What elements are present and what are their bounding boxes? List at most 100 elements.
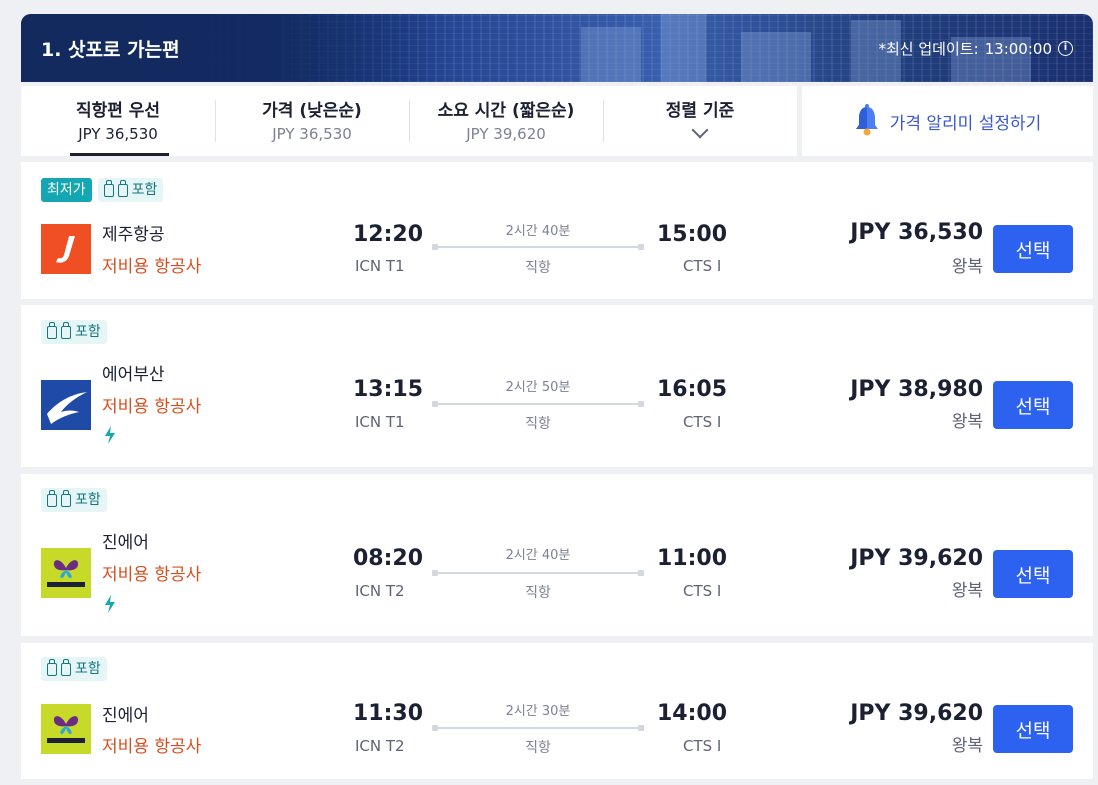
checked-bag-icon bbox=[61, 321, 71, 339]
jeju-air-logo bbox=[41, 224, 91, 274]
departure-airport: ICN T2 bbox=[355, 582, 405, 600]
departure-airport: ICN T1 bbox=[355, 257, 405, 275]
departure-time: 08:20 bbox=[353, 546, 424, 571]
checked-bag-icon bbox=[117, 179, 128, 197]
checked-bag-icon bbox=[61, 489, 71, 507]
departure-time: 13:15 bbox=[353, 377, 424, 402]
last-updated: *최신 업데이트: 13:00:00 i bbox=[878, 38, 1073, 59]
jin-air-logo bbox=[41, 704, 91, 754]
carry-on-bag-icon bbox=[47, 489, 57, 507]
route-line bbox=[432, 570, 644, 576]
sort-tab-label: 정렬 기준 bbox=[665, 101, 735, 121]
sort-tab-direct-first[interactable]: 직항편 우선 JPY 36,530 bbox=[21, 86, 215, 156]
flight-card[interactable]: 최저가 포함 제주항공 저비용 항공사 12:20 ICN T1 2시간 40분… bbox=[21, 162, 1093, 299]
select-button[interactable]: 선택 bbox=[993, 550, 1073, 598]
airline-type: 저비용 항공사 bbox=[102, 565, 202, 585]
flight-duration: 2시간 50분 bbox=[505, 380, 571, 395]
trip-type: 왕복 bbox=[951, 412, 983, 432]
page-title: 1. 삿포로 가는편 bbox=[41, 39, 180, 61]
select-button[interactable]: 선택 bbox=[993, 705, 1073, 753]
select-button[interactable]: 선택 bbox=[993, 225, 1073, 273]
sort-tab-value: JPY 36,530 bbox=[272, 125, 352, 143]
badge-row: 포함 bbox=[41, 488, 107, 512]
baggage-included-badge: 포함 bbox=[41, 320, 107, 344]
airline-type: 저비용 항공사 bbox=[102, 397, 202, 417]
lightning-icon bbox=[105, 426, 115, 444]
fare-price: JPY 38,980 bbox=[850, 377, 983, 402]
sort-tab-value: JPY 36,530 bbox=[78, 125, 158, 143]
arrival-airport: CTS I bbox=[683, 413, 722, 431]
departure-airport: ICN T1 bbox=[355, 413, 405, 431]
badge-row: 포함 bbox=[41, 320, 107, 344]
baggage-label: 포함 bbox=[75, 324, 101, 340]
stops-label: 직항 bbox=[525, 585, 551, 601]
arrival-time: 15:00 bbox=[657, 222, 728, 247]
arrival-airport: CTS I bbox=[683, 257, 722, 275]
baggage-included-badge: 포함 bbox=[41, 488, 107, 512]
fare-price: JPY 36,530 bbox=[850, 220, 983, 245]
flight-card[interactable]: 포함 에어부산 저비용 항공사 13:15 ICN T1 2시간 50분 직항 … bbox=[21, 305, 1093, 467]
price-alert-button[interactable]: 가격 알리미 설정하기 bbox=[802, 86, 1093, 156]
flight-duration: 2시간 40분 bbox=[505, 548, 571, 563]
badge-row: 최저가 포함 bbox=[41, 178, 164, 202]
baggage-included-badge: 포함 bbox=[97, 178, 164, 202]
airline-type: 저비용 항공사 bbox=[102, 257, 202, 277]
arrival-airport: CTS I bbox=[683, 737, 722, 755]
info-icon[interactable]: i bbox=[1058, 41, 1073, 56]
sort-tab-label: 가격 (낮은순) bbox=[262, 101, 362, 121]
sort-tab-value: JPY 39,620 bbox=[466, 125, 546, 143]
sort-criteria-dropdown[interactable]: 정렬 기준 bbox=[603, 86, 797, 156]
route-line bbox=[432, 725, 644, 731]
flight-duration: 2시간 40분 bbox=[505, 224, 571, 239]
route-line bbox=[432, 244, 644, 250]
arrival-time: 16:05 bbox=[657, 377, 728, 402]
airline-name: 진에어 bbox=[102, 706, 149, 726]
badge-row: 포함 bbox=[41, 657, 107, 681]
baggage-label: 포함 bbox=[75, 661, 101, 677]
airline-name: 제주항공 bbox=[102, 225, 165, 245]
update-time: 13:00:00 bbox=[984, 39, 1052, 58]
departure-airport: ICN T2 bbox=[355, 737, 405, 755]
arrival-time: 11:00 bbox=[657, 546, 728, 571]
chevron-down-icon bbox=[691, 121, 709, 139]
trip-type: 왕복 bbox=[951, 257, 983, 277]
stops-label: 직항 bbox=[525, 740, 551, 756]
airline-type: 저비용 항공사 bbox=[102, 737, 202, 757]
checked-bag-icon bbox=[61, 658, 71, 676]
sort-tab-duration-short[interactable]: 소요 시간 (짧은순) JPY 39,620 bbox=[409, 86, 603, 156]
sort-tab-label: 소요 시간 (짧은순) bbox=[437, 101, 575, 121]
select-button[interactable]: 선택 bbox=[993, 381, 1073, 429]
update-label: *최신 업데이트: bbox=[878, 40, 979, 58]
carry-on-bag-icon bbox=[103, 179, 114, 197]
lightning-icon bbox=[105, 595, 115, 613]
baggage-label: 포함 bbox=[75, 492, 101, 508]
stops-label: 직항 bbox=[525, 260, 551, 276]
sort-tab-price-low[interactable]: 가격 (낮은순) JPY 36,530 bbox=[215, 86, 409, 156]
carry-on-bag-icon bbox=[47, 658, 57, 676]
stops-label: 직항 bbox=[525, 416, 551, 432]
sort-bar: 직항편 우선 JPY 36,530 가격 (낮은순) JPY 36,530 소요… bbox=[21, 86, 797, 156]
airline-name: 에어부산 bbox=[102, 365, 165, 385]
sort-tab-label: 직항편 우선 bbox=[75, 101, 161, 121]
flight-duration: 2시간 30분 bbox=[505, 704, 571, 719]
trip-type: 왕복 bbox=[951, 736, 983, 756]
active-tab-indicator bbox=[70, 153, 169, 156]
lowest-price-badge: 최저가 bbox=[41, 178, 92, 202]
departure-time: 12:20 bbox=[353, 222, 424, 247]
departure-time: 11:30 bbox=[353, 701, 424, 726]
bell-icon bbox=[855, 104, 878, 136]
arrival-airport: CTS I bbox=[683, 582, 722, 600]
airline-name: 진에어 bbox=[102, 533, 149, 553]
flight-card[interactable]: 포함 진에어 저비용 항공사 08:20 ICN T2 2시간 40분 직항 1… bbox=[21, 474, 1093, 636]
fare-price: JPY 39,620 bbox=[850, 701, 983, 726]
baggage-label: 포함 bbox=[131, 182, 158, 198]
trip-type: 왕복 bbox=[951, 581, 983, 601]
results-header: 1. 삿포로 가는편 *최신 업데이트: 13:00:00 i bbox=[21, 14, 1093, 82]
route-line bbox=[432, 401, 644, 407]
price-alert-label: 가격 알리미 설정하기 bbox=[889, 113, 1042, 134]
air-busan-logo bbox=[41, 380, 91, 430]
arrival-time: 14:00 bbox=[657, 701, 728, 726]
flight-card[interactable]: 포함 진에어 저비용 항공사 11:30 ICN T2 2시간 30분 직항 1… bbox=[21, 643, 1093, 779]
fare-price: JPY 39,620 bbox=[850, 546, 983, 571]
baggage-included-badge: 포함 bbox=[41, 657, 107, 681]
